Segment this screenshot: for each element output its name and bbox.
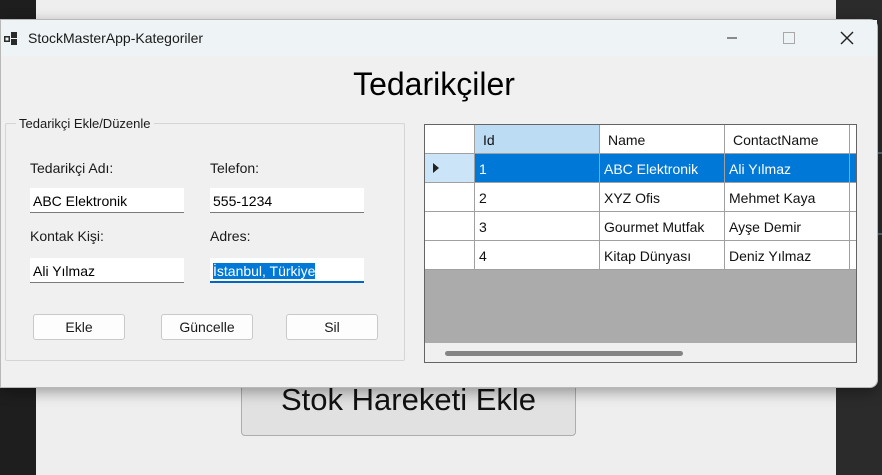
table-row[interactable]: 1 ABC Elektronik Ali Yılmaz [425,154,856,183]
address-selected-text: İstanbul, Türkiye [213,263,316,279]
grid-header-row: Id Name ContactName [425,125,856,154]
maximize-icon [783,32,795,44]
table-row[interactable]: 2 XYZ Ofis Mehmet Kaya [425,183,856,212]
close-icon [840,31,854,45]
address-input[interactable]: İstanbul, Türkiye [210,258,364,283]
title-bar[interactable]: StockMasterApp-Kategoriler [1,20,877,56]
column-header-contactname[interactable]: ContactName [725,125,850,154]
row-header[interactable] [425,212,475,241]
cell-name[interactable]: XYZ Ofis [600,183,725,212]
minimize-button[interactable] [703,20,761,56]
supplier-form-group: Tedarikçi Ekle/Düzenle Tedarikçi Adı: Te… [5,116,405,361]
contact-label: Kontak Kişi: [30,228,104,244]
page-title: Tedarikçiler [353,66,515,102]
cell-contactname[interactable]: Ayşe Demir [725,212,850,241]
add-button[interactable]: Ekle [33,314,125,340]
group-title: Tedarikçi Ekle/Düzenle [16,116,154,131]
table-row[interactable]: 4 Kitap Dünyası Deniz Yılmaz [425,241,856,270]
column-header-name[interactable]: Name [600,125,725,154]
delete-button[interactable]: Sil [286,314,378,340]
row-header[interactable] [425,241,475,270]
minimize-icon [727,37,737,39]
cell-id[interactable]: 1 [475,154,600,183]
cell-name[interactable]: ABC Elektronik [600,154,725,183]
cell-name[interactable]: Gourmet Mutfak [600,212,725,241]
cell-overflow[interactable] [850,154,856,183]
close-button[interactable] [818,20,876,56]
cell-id[interactable]: 3 [475,212,600,241]
cell-id[interactable]: 4 [475,241,600,270]
suppliers-grid[interactable]: Id Name ContactName 1 ABC Elektronik Ali… [424,124,857,363]
cell-overflow[interactable] [850,241,856,270]
column-header-id[interactable]: Id [475,125,600,154]
row-header[interactable] [425,183,475,212]
address-label: Adres: [210,228,251,244]
cell-contactname[interactable]: Mehmet Kaya [725,183,850,212]
cell-contactname[interactable]: Deniz Yılmaz [725,241,850,270]
update-button[interactable]: Güncelle [161,314,253,340]
maximize-button[interactable] [760,20,818,56]
row-header-corner [425,125,475,154]
phone-label: Telefon: [210,160,260,176]
horizontal-scrollbar[interactable] [425,343,856,362]
column-header-overflow[interactable] [850,125,856,154]
cell-contactname[interactable]: Ali Yılmaz [725,154,850,183]
phone-input[interactable]: 555-1234 [210,188,364,213]
table-row[interactable]: 3 Gourmet Mutfak Ayşe Demir [425,212,856,241]
contact-name-input[interactable]: Ali Yılmaz [30,258,184,283]
app-icon [4,32,17,45]
suppliers-dialog: StockMasterApp-Kategoriler Tedarikçiler … [0,19,878,388]
supplier-name-input[interactable]: ABC Elektronik [30,188,184,213]
window-title: StockMasterApp-Kategoriler [28,30,204,46]
row-pointer-icon [433,163,439,173]
row-header[interactable] [425,154,475,183]
name-label: Tedarikçi Adı: [30,160,114,176]
cell-overflow[interactable] [850,212,856,241]
cell-overflow[interactable] [850,183,856,212]
cell-name[interactable]: Kitap Dünyası [600,241,725,270]
cell-id[interactable]: 2 [475,183,600,212]
scrollbar-thumb[interactable] [445,351,683,356]
